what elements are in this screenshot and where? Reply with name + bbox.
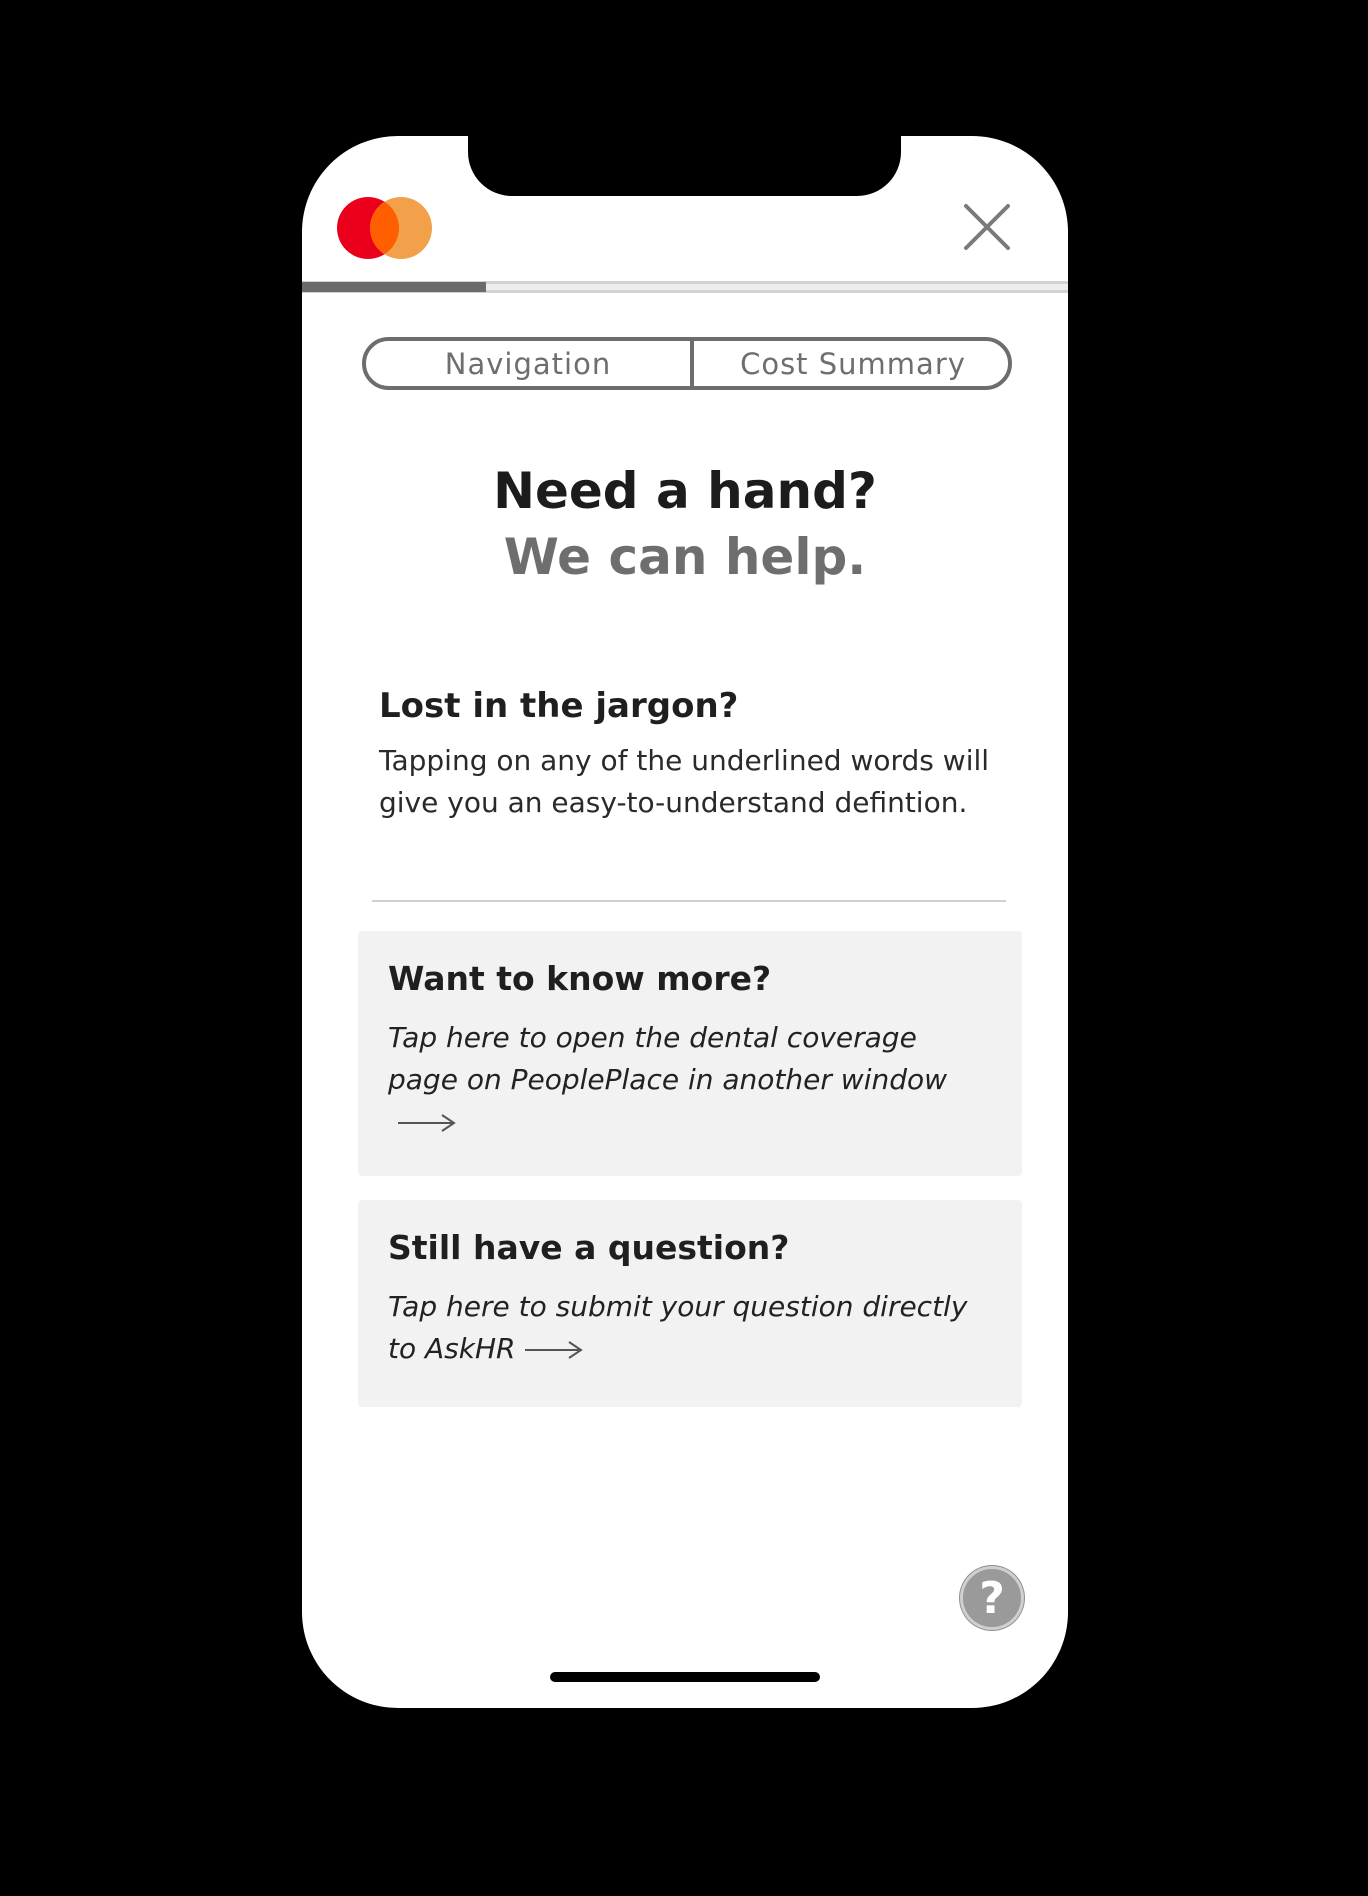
phone-screen: Navigation Cost Summary Need a hand? We … [302, 136, 1068, 1708]
jargon-title: Lost in the jargon? [379, 686, 739, 726]
logo-overlap [370, 197, 432, 259]
jargon-body: Tapping on any of the underlined words w… [379, 744, 990, 819]
mastercard-logo-icon [334, 196, 436, 260]
arrow-right-icon [398, 1114, 456, 1132]
ask-question-title: Still have a question? [388, 1228, 790, 1267]
ask-question-text: Tap here to submit your question directl… [388, 1290, 968, 1365]
know-more-title: Want to know more? [388, 959, 772, 998]
ask-question-link[interactable]: Tap here to submit your question directl… [388, 1286, 992, 1370]
arrow-right-icon [525, 1341, 584, 1359]
tab-navigation[interactable]: Navigation [366, 341, 694, 386]
question-mark-icon[interactable]: ? [960, 1566, 1024, 1630]
device-notch [468, 136, 901, 196]
progress-bar [302, 278, 1068, 294]
headline-primary: Need a hand? [493, 462, 877, 520]
know-more-card[interactable]: Want to know more? Tap here to open the … [358, 931, 1022, 1176]
section-divider [372, 900, 1006, 902]
know-more-text: Tap here to open the dental coverage pag… [388, 1021, 948, 1096]
know-more-link[interactable]: Tap here to open the dental coverage pag… [388, 1017, 992, 1143]
ask-question-card[interactable]: Still have a question? Tap here to submi… [358, 1200, 1022, 1407]
home-indicator [550, 1672, 820, 1682]
jargon-section: Lost in the jargon? Tapping on any of th… [379, 684, 1019, 824]
view-switcher: Navigation Cost Summary [362, 337, 1012, 390]
close-icon[interactable] [962, 202, 1012, 252]
tab-cost-summary[interactable]: Cost Summary [694, 341, 1008, 386]
help-headline: Need a hand? We can help. [302, 458, 1068, 590]
progress-fill [302, 282, 486, 292]
headline-secondary: We can help. [503, 528, 867, 586]
